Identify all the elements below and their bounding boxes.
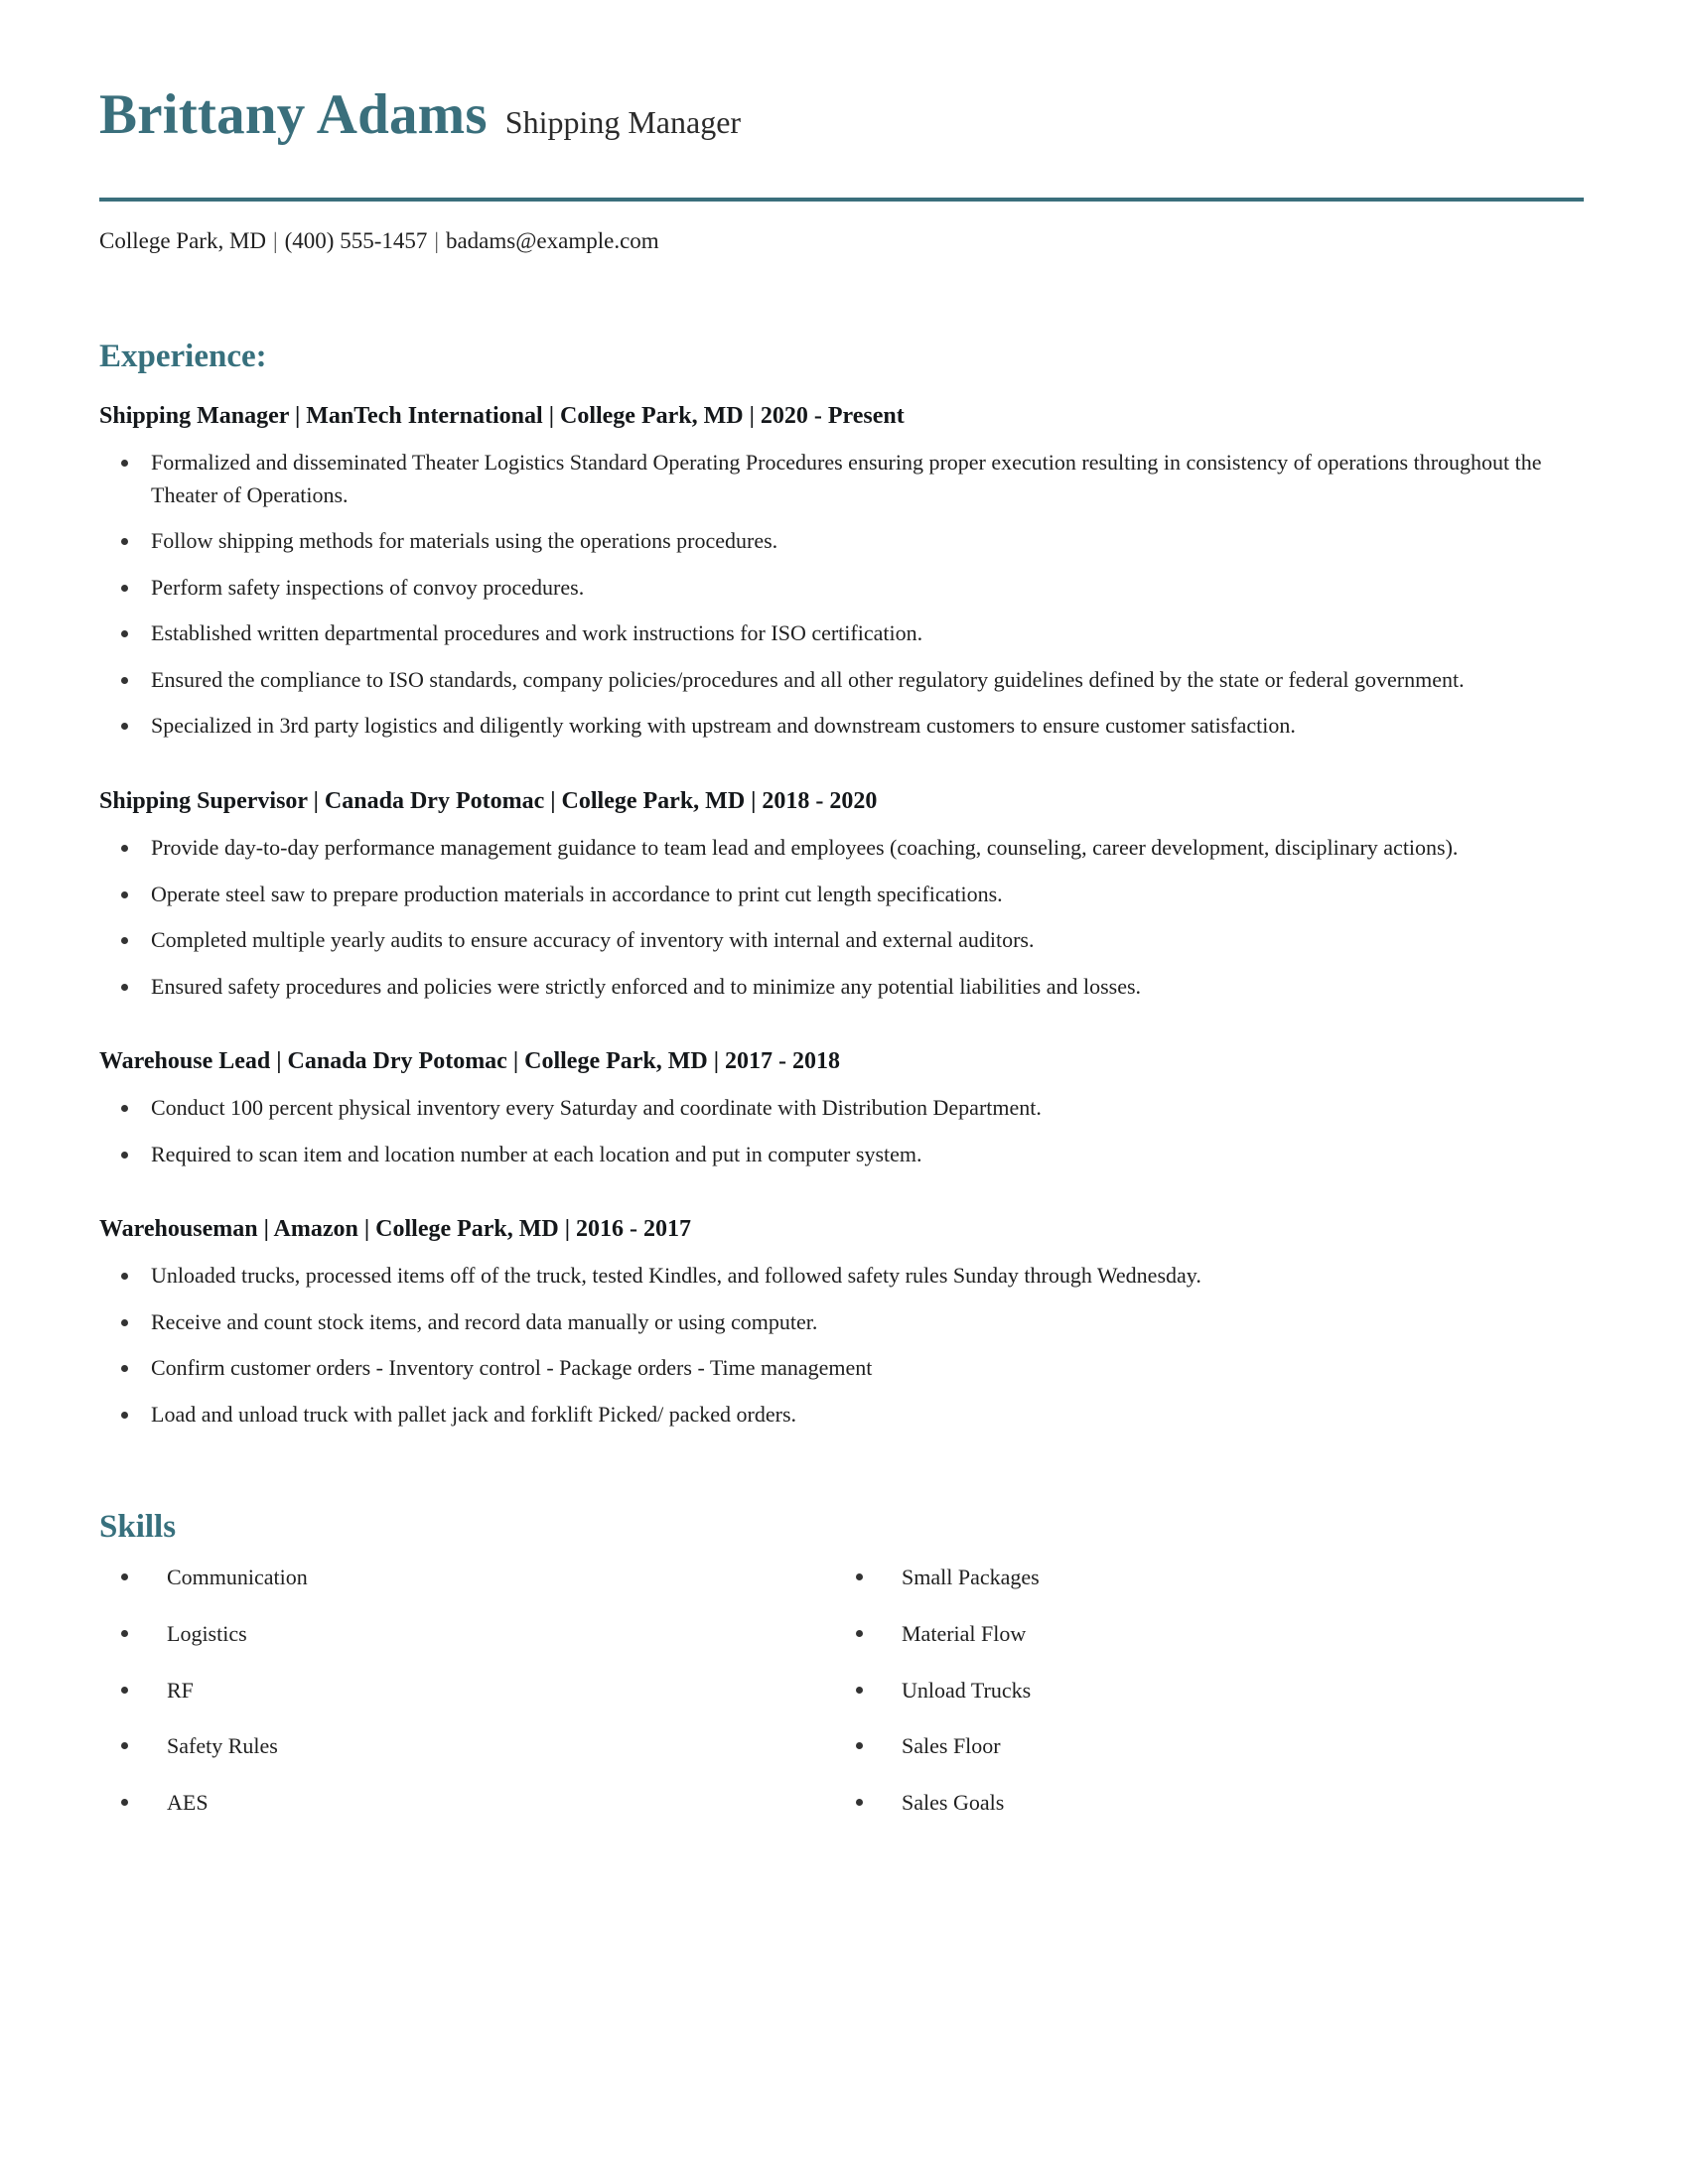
experience-entry-heading: Warehouseman | Amazon | College Park, MD… bbox=[99, 1216, 692, 1243]
experience-entry-heading: Shipping Supervisor | Canada Dry Potomac… bbox=[99, 787, 878, 814]
skills-heading: Skills bbox=[99, 1509, 177, 1546]
experience-bullet-list: Conduct 100 percent physical inventory e… bbox=[99, 1092, 1589, 1170]
list-item: Completed multiple yearly audits to ensu… bbox=[99, 924, 1589, 957]
list-item: RF bbox=[99, 1675, 834, 1706]
experience-entry: Warehouse Lead | Canada Dry Potomac | Co… bbox=[99, 1046, 1589, 1170]
list-item: Sales Goals bbox=[834, 1787, 1569, 1819]
list-item: Specialized in 3rd party logistics and d… bbox=[99, 710, 1589, 743]
skills-column-left: Communication Logistics RF Safety Rules … bbox=[99, 1562, 834, 1819]
list-item: Receive and count stock items, and recor… bbox=[99, 1306, 1589, 1339]
list-item: AES bbox=[99, 1787, 834, 1819]
list-item: Sales Floor bbox=[834, 1730, 1569, 1762]
page-title: Brittany Adams bbox=[99, 83, 488, 146]
list-item: Logistics bbox=[99, 1618, 834, 1650]
list-item: Formalized and disseminated Theater Logi… bbox=[99, 447, 1589, 511]
list-item: Small Packages bbox=[834, 1562, 1569, 1593]
list-item: Unload Trucks bbox=[834, 1675, 1569, 1706]
skills-columns: Communication Logistics RF Safety Rules … bbox=[99, 1562, 1589, 1819]
contact-phone: (400) 555-1457 bbox=[284, 227, 428, 253]
list-item: Load and unload truck with pallet jack a… bbox=[99, 1399, 1589, 1432]
list-item: Operate steel saw to prepare production … bbox=[99, 879, 1589, 911]
experience-bullet-list: Formalized and disseminated Theater Logi… bbox=[99, 447, 1589, 743]
header-job-title: Shipping Manager bbox=[504, 104, 742, 140]
list-item: Established written departmental procedu… bbox=[99, 617, 1589, 650]
list-item: Perform safety inspections of convoy pro… bbox=[99, 572, 1589, 605]
contact-separator-2: | bbox=[434, 227, 439, 253]
list-item: Ensured safety procedures and policies w… bbox=[99, 971, 1589, 1004]
list-item: Ensured the compliance to ISO standards,… bbox=[99, 664, 1589, 697]
experience-entry-heading: Shipping Manager | ManTech International… bbox=[99, 403, 905, 430]
experience-entry-heading: Warehouse Lead | Canada Dry Potomac | Co… bbox=[99, 1048, 841, 1075]
list-item: Follow shipping methods for materials us… bbox=[99, 525, 1589, 558]
contact-email: badams@example.com bbox=[445, 227, 659, 253]
skills-list-left: Communication Logistics RF Safety Rules … bbox=[99, 1562, 834, 1819]
list-item: Confirm customer orders - Inventory cont… bbox=[99, 1352, 1589, 1385]
experience-section: Experience: Shipping Manager | ManTech I… bbox=[99, 254, 1589, 1432]
skills-column-right: Small Packages Material Flow Unload Truc… bbox=[834, 1562, 1569, 1819]
experience-entry: Shipping Manager | ManTech International… bbox=[99, 401, 1589, 743]
resume-header: Brittany Adams Shipping Manager College … bbox=[99, 68, 1589, 254]
experience-bullet-list: Unloaded trucks, processed items off of … bbox=[99, 1260, 1589, 1431]
list-item: Provide day-to-day performance managemen… bbox=[99, 832, 1589, 865]
experience-entry: Shipping Supervisor | Canada Dry Potomac… bbox=[99, 786, 1589, 1003]
list-item: Material Flow bbox=[834, 1618, 1569, 1650]
contact-location: College Park, MD bbox=[99, 227, 267, 253]
skills-section: Skills Communication Logistics RF Safety… bbox=[99, 1431, 1589, 1819]
list-item: Unloaded trucks, processed items off of … bbox=[99, 1260, 1589, 1293]
name-title-row: Brittany Adams Shipping Manager bbox=[99, 68, 1589, 145]
resume-page: Brittany Adams Shipping Manager College … bbox=[0, 0, 1688, 2184]
list-item: Conduct 100 percent physical inventory e… bbox=[99, 1092, 1589, 1125]
skills-list-right: Small Packages Material Flow Unload Truc… bbox=[834, 1562, 1569, 1819]
list-item: Required to scan item and location numbe… bbox=[99, 1139, 1589, 1171]
contact-info: College Park, MD | (400) 555-1457 | badams@e… bbox=[99, 228, 1589, 254]
list-item: Communication bbox=[99, 1562, 834, 1593]
experience-heading: Experience: bbox=[99, 338, 267, 374]
contact-separator-1: | bbox=[273, 227, 278, 253]
experience-bullet-list: Provide day-to-day performance managemen… bbox=[99, 832, 1589, 1003]
experience-entry: Warehouseman | Amazon | College Park, MD… bbox=[99, 1214, 1589, 1431]
list-item: Safety Rules bbox=[99, 1730, 834, 1762]
header-divider bbox=[99, 197, 1584, 202]
